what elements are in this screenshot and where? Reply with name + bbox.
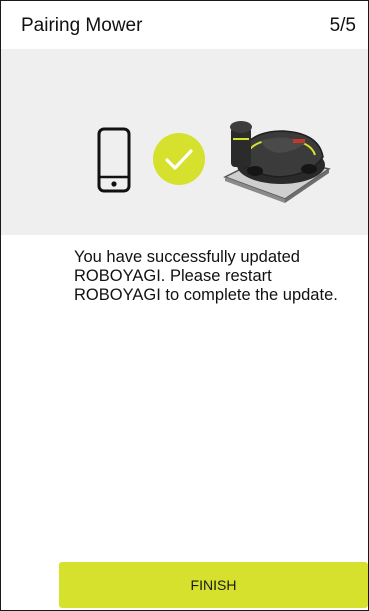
check-circle-icon <box>153 133 205 185</box>
update-success-message: You have successfully updated ROBOYAGI. … <box>74 248 338 304</box>
pairing-illustration <box>1 49 368 235</box>
page-title: Pairing Mower <box>21 15 143 36</box>
smartphone-icon <box>97 127 131 193</box>
pairing-mower-screen: Pairing Mower 5/5 You have successfully … <box>0 0 369 611</box>
robot-mower-illustration <box>223 121 331 203</box>
finish-button[interactable]: FINISH <box>59 562 368 608</box>
header: Pairing Mower 5/5 <box>1 1 368 49</box>
step-indicator: 5/5 <box>329 15 356 36</box>
